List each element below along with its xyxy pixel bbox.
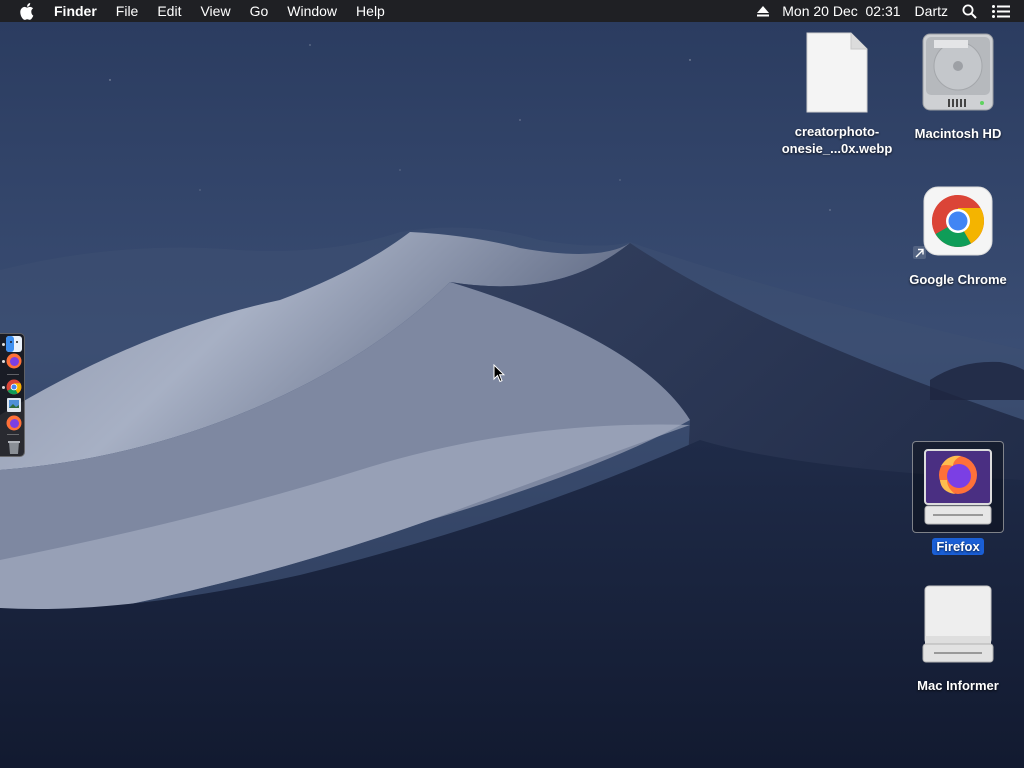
chrome-icon[interactable] [6, 379, 22, 395]
menu-go[interactable]: Go [250, 0, 269, 22]
spotlight-search-icon[interactable] [962, 4, 977, 19]
firefox-volume-icon [924, 449, 992, 525]
document-icon [806, 32, 868, 113]
firefox-icon[interactable] [6, 353, 22, 369]
menu-bar: Finder File Edit View Go Window Help Mon… [0, 0, 1024, 22]
running-indicator [2, 386, 5, 389]
apple-logo-icon[interactable] [20, 2, 36, 20]
desktop-macintosh-hd[interactable]: Macintosh HD [898, 32, 1018, 142]
desktop-file-label-1: creatorphoto- [794, 124, 880, 139]
dock-separator [7, 434, 19, 435]
dock-separator [7, 374, 19, 375]
desktop-google-chrome-label: Google Chrome [909, 272, 1007, 287]
menu-file[interactable]: File [116, 0, 139, 22]
finder-icon[interactable] [6, 336, 22, 352]
menubar-user[interactable]: Dartz [915, 0, 948, 22]
chrome-alias-icon [923, 186, 993, 256]
external-drive-icon [922, 585, 994, 663]
menu-edit[interactable]: Edit [157, 0, 181, 22]
desktop-firefox-volume[interactable]: Firefox [898, 441, 1018, 556]
menu-finder[interactable]: Finder [54, 0, 97, 22]
desktop-mac-informer-label: Mac Informer [917, 678, 999, 693]
hard-drive-icon [922, 33, 994, 111]
desktop-firefox-label: Firefox [932, 538, 984, 555]
desktop-google-chrome[interactable]: Google Chrome [898, 186, 1018, 288]
menu-window[interactable]: Window [287, 0, 337, 22]
menubar-clock[interactable]: Mon 20 Dec 02:31 [782, 0, 900, 22]
mouse-cursor-icon [493, 364, 505, 383]
trash-icon[interactable] [6, 439, 22, 455]
desktop-file-webp[interactable]: creatorphoto- onesie_...0x.webp [776, 32, 898, 157]
notification-center-icon[interactable] [992, 4, 1010, 18]
alias-arrow-icon [913, 246, 926, 259]
desktop-mac-informer[interactable]: Mac Informer [898, 584, 1018, 694]
eject-icon[interactable] [757, 5, 770, 17]
firefox-icon[interactable] [6, 415, 22, 431]
dock [0, 333, 25, 457]
menu-help[interactable]: Help [356, 0, 385, 22]
preview-icon[interactable] [6, 397, 22, 413]
running-indicator [2, 343, 5, 346]
menu-view[interactable]: View [200, 0, 230, 22]
desktop-macintosh-hd-label: Macintosh HD [914, 126, 1002, 141]
running-indicator [2, 360, 5, 363]
desktop-file-label-2: onesie_...0x.webp [781, 141, 893, 156]
